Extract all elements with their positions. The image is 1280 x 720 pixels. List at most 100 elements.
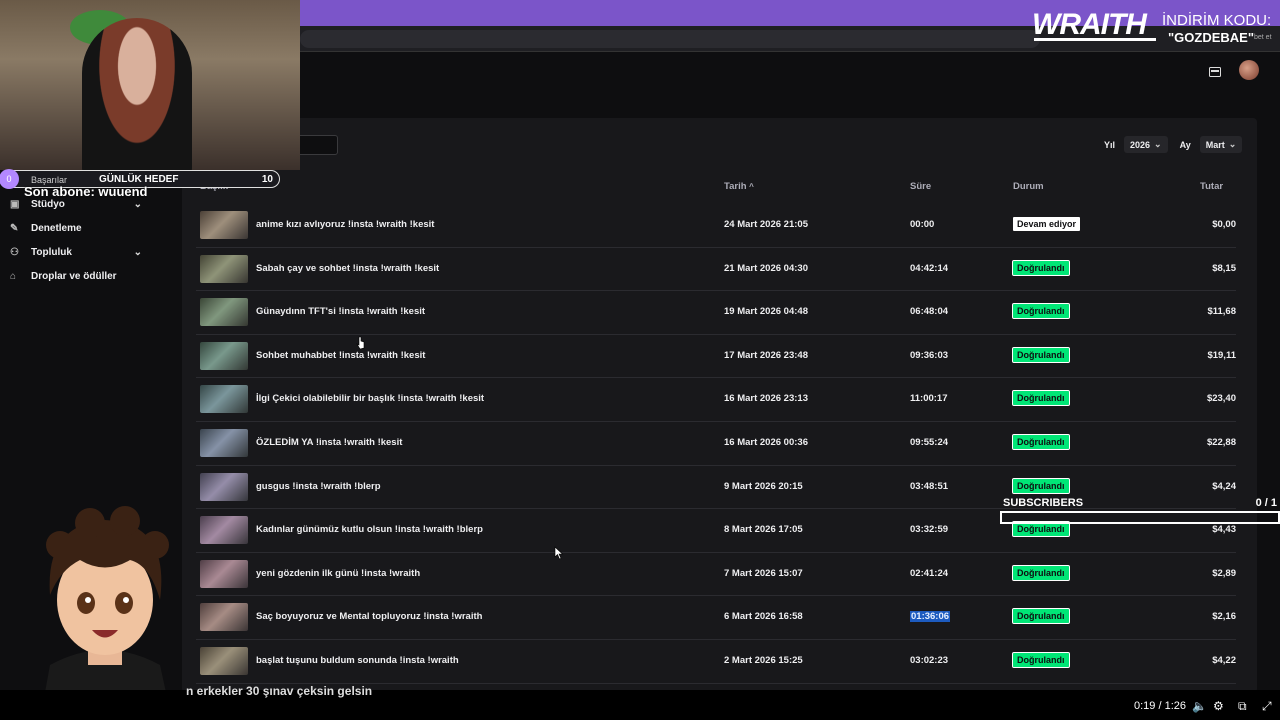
stream-duration-value: 11:00:17 xyxy=(910,393,948,405)
year-filter: Yıl 2026 ⌄ Ay Mart ⌄ xyxy=(1104,136,1243,153)
sidebar-item-1[interactable]: ✎ Denetleme xyxy=(0,216,180,240)
stream-duration-value: 06:48:04 xyxy=(910,306,949,318)
stream-date: 16 Mart 2026 23:13 xyxy=(724,393,808,405)
stream-title: ÖZLEDİM YA !insta !wraith !kesit xyxy=(256,436,403,448)
stream-thumbnail[interactable] xyxy=(200,341,248,370)
year-select[interactable]: 2026 ⌄ xyxy=(1124,136,1168,153)
stream-title: anime kızı avlıyoruz !insta !wraith !kes… xyxy=(256,219,435,230)
table-row[interactable]: ÖZLEDİM YA !insta !wraith !kesit 16 Mart … xyxy=(196,422,1236,466)
stream-thumbnail[interactable] xyxy=(200,254,248,283)
stream-date: 6 Mart 2026 16:58 xyxy=(724,611,803,623)
status-badge: Doğrulandı xyxy=(1012,346,1070,363)
status-badge: Doğrulandı xyxy=(1012,390,1070,407)
status-badge: Doğrulandı xyxy=(1012,477,1070,494)
sidebar: ▣ Stüdyo ⌄ ✎ Denetleme ⚇ Topluluk ⌄ ⌂ Droplar ve … xyxy=(0,192,180,288)
table-row[interactable]: yeni gözdenin ilk günü !insta !wraith 7 M… xyxy=(196,553,1236,597)
stream-amount: $11,68 xyxy=(1207,306,1236,318)
column-header-duration[interactable]: Süre xyxy=(910,181,931,192)
stream-duration-value: 01:36:06 xyxy=(910,611,951,623)
sidebar-item-2[interactable]: ⚇ Topluluk ⌄ xyxy=(0,240,180,264)
stream-duration: 09:55:24 xyxy=(910,437,948,448)
promo-small-text: bet et xyxy=(1254,34,1272,41)
stream-duration: 09:36:03 xyxy=(910,350,948,361)
vtuber-avatar xyxy=(40,506,172,720)
settings-icon[interactable]: ⚙ xyxy=(1213,699,1224,713)
stream-title: Sabah çay ve sohbet !insta !wraith !kesi… xyxy=(256,262,440,274)
stream-status: Doğrulandı xyxy=(1012,608,1070,625)
column-header-date[interactable]: Tarih ^ xyxy=(724,181,754,192)
stream-thumbnail[interactable] xyxy=(200,298,248,327)
stream-duration: 03:02:23 xyxy=(910,655,948,666)
column-header-amount[interactable]: Tutar xyxy=(1200,181,1223,192)
table-row[interactable]: başlat tuşunu buldum sonunda !insta !wra… xyxy=(196,640,1236,684)
subscribers-goal: SUBSCRIBERS 0 / 1 xyxy=(1000,496,1280,528)
fullscreen-icon[interactable]: ⤢ xyxy=(1262,699,1272,714)
column-header-date-label: Tarih xyxy=(724,181,747,192)
stream-duration-value: 02:41:24 xyxy=(910,567,949,579)
stream-duration-value: 03:02:23 xyxy=(910,654,949,666)
stream-amount: $22,88 xyxy=(1206,436,1236,448)
stream-status: Doğrulandı xyxy=(1012,390,1070,407)
wrench-icon: ✎ xyxy=(10,222,19,234)
stream-amount: $4,24 xyxy=(1212,480,1236,492)
stream-amount: $4,22 xyxy=(1212,654,1236,666)
sidebar-item-3[interactable]: ⌂ Droplar ve ödüller xyxy=(0,264,180,288)
mouse-cursor-icon xyxy=(356,336,365,350)
table-row[interactable]: Sabah çay ve sohbet !insta !wraith !kesi… xyxy=(196,248,1236,292)
subscribers-label: SUBSCRIBERS xyxy=(1003,497,1084,509)
stream-thumbnail[interactable] xyxy=(200,559,248,588)
table-row[interactable]: anime kızı avlıyoruz !insta !wraith !kes… xyxy=(196,204,1236,248)
stream-date: 7 Mart 2026 15:07 xyxy=(724,567,803,579)
month-label: Ay xyxy=(1179,139,1191,150)
stream-thumbnail[interactable] xyxy=(200,516,248,545)
table-row[interactable]: Günaydınn TFT'si !insta !wraith !kesit 19… xyxy=(196,291,1236,335)
sort-asc-icon: ^ xyxy=(749,182,754,191)
stream-date: 21 Mart 2026 04:30 xyxy=(724,262,808,274)
goal-target: 10 xyxy=(261,174,273,185)
pip-icon[interactable]: ⧉ xyxy=(1238,699,1247,714)
year-value: 2026 xyxy=(1130,139,1151,150)
stream-status: Doğrulandı xyxy=(1012,259,1070,276)
volume-icon[interactable]: 🔈 xyxy=(1192,699,1207,713)
stream-thumbnail[interactable] xyxy=(200,385,248,414)
mouse-pointer-icon xyxy=(554,546,564,560)
stream-thumbnail[interactable] xyxy=(200,646,248,675)
year-label: Yıl xyxy=(1104,139,1116,150)
table-row[interactable]: Sohbet muhabbet !insta !wraith !kesit 17 … xyxy=(196,335,1236,379)
player-time: 0:19 / 1:26 xyxy=(1134,700,1186,712)
stream-duration: 03:32:59 xyxy=(910,524,948,535)
address-bar[interactable] xyxy=(300,30,1040,48)
column-header-status[interactable]: Durum xyxy=(1013,181,1044,192)
table-row[interactable]: İlgi Çekici olabilebilir bir başlık !ins… xyxy=(196,378,1236,422)
chevron-down-icon: ⌄ xyxy=(1154,139,1162,149)
chevron-down-icon: ⌄ xyxy=(133,198,142,210)
community-icon: ⚇ xyxy=(10,246,19,258)
stream-duration-value: 00:00 xyxy=(910,219,935,230)
stream-thumbnail[interactable] xyxy=(200,211,248,239)
last-subscriber: Son abone: wuuend xyxy=(24,184,148,199)
webcam-feed xyxy=(0,0,300,170)
stream-date: 16 Mart 2026 00:36 xyxy=(724,436,808,448)
sidebar-item-label: Droplar ve ödüller xyxy=(31,270,117,282)
brand-logo: WRAITH xyxy=(1032,8,1147,41)
stream-amount: $19,11 xyxy=(1207,349,1236,361)
chat-ticker: n erkekler 30 şınav çeksin gelsin xyxy=(186,684,373,698)
month-select[interactable]: Mart ⌄ xyxy=(1199,136,1243,153)
stream-thumbnail[interactable] xyxy=(200,428,248,457)
stream-thumbnail[interactable] xyxy=(200,603,248,632)
brand-underline xyxy=(1034,38,1156,41)
inbox-icon[interactable] xyxy=(1205,62,1225,82)
stream-date: 2 Mart 2026 15:25 xyxy=(724,654,803,666)
status-badge: Doğrulandı xyxy=(1012,433,1070,450)
gift-icon: ⌂ xyxy=(10,270,17,282)
stream-amount: $2,89 xyxy=(1212,567,1236,579)
sidebar-item-label: Stüdyo xyxy=(31,198,65,210)
table-row[interactable]: Saç boyuyoruz ve Mental topluyoruz !inst… xyxy=(196,596,1236,640)
user-avatar[interactable] xyxy=(1239,60,1259,80)
goal-count-badge: 0 xyxy=(0,169,19,189)
stream-status: Doğrulandı xyxy=(1012,346,1070,363)
sidebar-item-label: Denetleme xyxy=(31,222,82,234)
stream-thumbnail[interactable] xyxy=(200,472,248,501)
stream-duration-value: 09:36:03 xyxy=(910,349,949,361)
stream-amount: $0,00 xyxy=(1212,219,1236,230)
